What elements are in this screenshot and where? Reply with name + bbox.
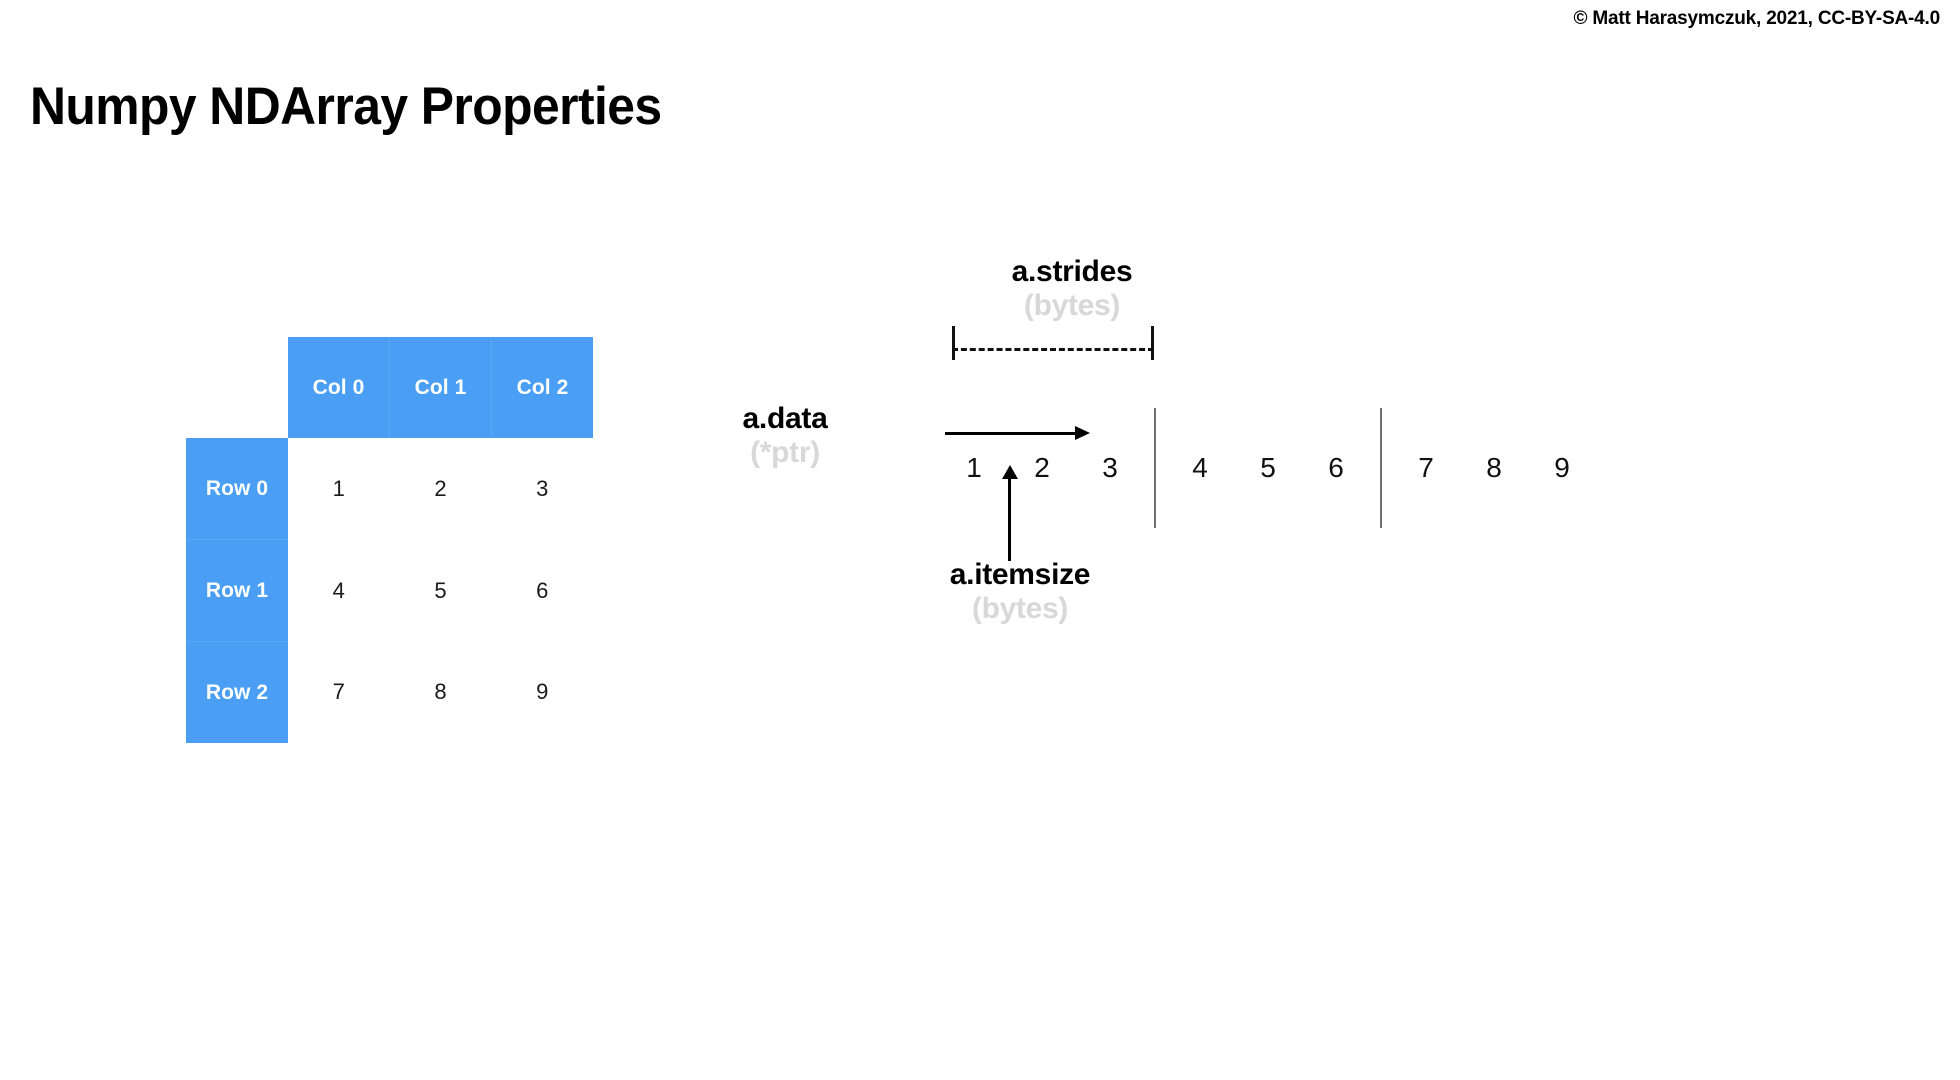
memory-cell-6: 7: [1418, 452, 1434, 483]
row-header-row-2: Row 2: [186, 641, 288, 743]
memory-cell-0: 1: [966, 452, 982, 483]
copyright-notice: © Matt Harasymczuk, 2021, CC-BY-SA-4.0: [1573, 8, 1941, 29]
memory-cells-row: 1 2 3 4 5 6 7 8 9: [940, 408, 1596, 528]
ndarray-table: Col 0 Col 1 Col 2 Row 0 1 2 3 Row 1 4 5 …: [186, 337, 593, 743]
table-corner-cell: [186, 337, 288, 438]
strides-label-name: a.strides: [1011, 255, 1133, 288]
table-row: Row 1 4 5 6: [186, 539, 593, 642]
memory-group-divider-2: [1380, 408, 1382, 528]
memory-cell-2: 3: [1102, 452, 1118, 483]
column-header-col-2: Col 2: [491, 337, 593, 438]
strides-bracket-icon: [952, 326, 1154, 360]
table-row: Row 0 1 2 3: [186, 438, 593, 540]
memory-group-divider-1: [1154, 408, 1156, 528]
strides-bracket-dashed-line: [952, 348, 1154, 351]
memory-cell-5: 6: [1328, 452, 1344, 483]
cell-0-0: 1: [288, 438, 390, 540]
data-label: a.data (*ptr): [620, 402, 950, 469]
memory-cell-1: 2: [1034, 452, 1050, 483]
cell-1-2: 6: [491, 539, 593, 642]
cell-2-0: 7: [288, 641, 390, 743]
slide-canvas: © Matt Harasymczuk, 2021, CC-BY-SA-4.0 N…: [0, 0, 1960, 1080]
column-header-col-0: Col 0: [288, 337, 390, 438]
strides-label-unit: (bytes): [1023, 288, 1121, 322]
row-header-row-1: Row 1: [186, 539, 288, 642]
page-title: Numpy NDArray Properties: [30, 76, 662, 136]
strides-bracket-left-tick: [952, 326, 955, 360]
itemsize-label: a.itemsize (bytes): [860, 558, 1180, 625]
table-header-row: Col 0 Col 1 Col 2: [186, 337, 593, 438]
memory-layout-diagram: a.strides (bytes) a.data (*ptr) 1 2 3 4 …: [743, 255, 1920, 790]
cell-2-2: 9: [491, 641, 593, 743]
memory-group-1: 4 5 6: [1166, 408, 1370, 528]
memory-cell-4: 5: [1260, 452, 1276, 483]
itemsize-arrow-shaft: [1008, 475, 1011, 561]
memory-cell-7: 8: [1486, 452, 1502, 483]
memory-group-2: 7 8 9: [1392, 408, 1596, 528]
memory-group-0: 1 2 3: [940, 408, 1144, 528]
table-row: Row 2 7 8 9: [186, 641, 593, 743]
array-grid: Col 0 Col 1 Col 2 Row 0 1 2 3 Row 1 4 5 …: [186, 337, 593, 743]
cell-0-1: 2: [389, 438, 492, 540]
cell-1-0: 4: [288, 539, 390, 642]
itemsize-arrow-icon: [1002, 465, 1018, 561]
strides-bracket-right-tick: [1151, 326, 1154, 360]
cell-0-2: 3: [491, 438, 593, 540]
strides-label: a.strides (bytes): [892, 255, 1252, 322]
cell-1-1: 5: [389, 539, 492, 642]
memory-cell-3: 4: [1192, 452, 1208, 483]
column-header-col-1: Col 1: [389, 337, 492, 438]
row-header-row-0: Row 0: [186, 438, 288, 540]
data-label-name: a.data: [742, 402, 828, 435]
cell-2-1: 8: [389, 641, 492, 743]
itemsize-label-unit: (bytes): [971, 591, 1069, 625]
memory-cell-8: 9: [1554, 452, 1570, 483]
itemsize-label-name: a.itemsize: [949, 558, 1091, 591]
data-label-unit: (*ptr): [750, 435, 820, 469]
